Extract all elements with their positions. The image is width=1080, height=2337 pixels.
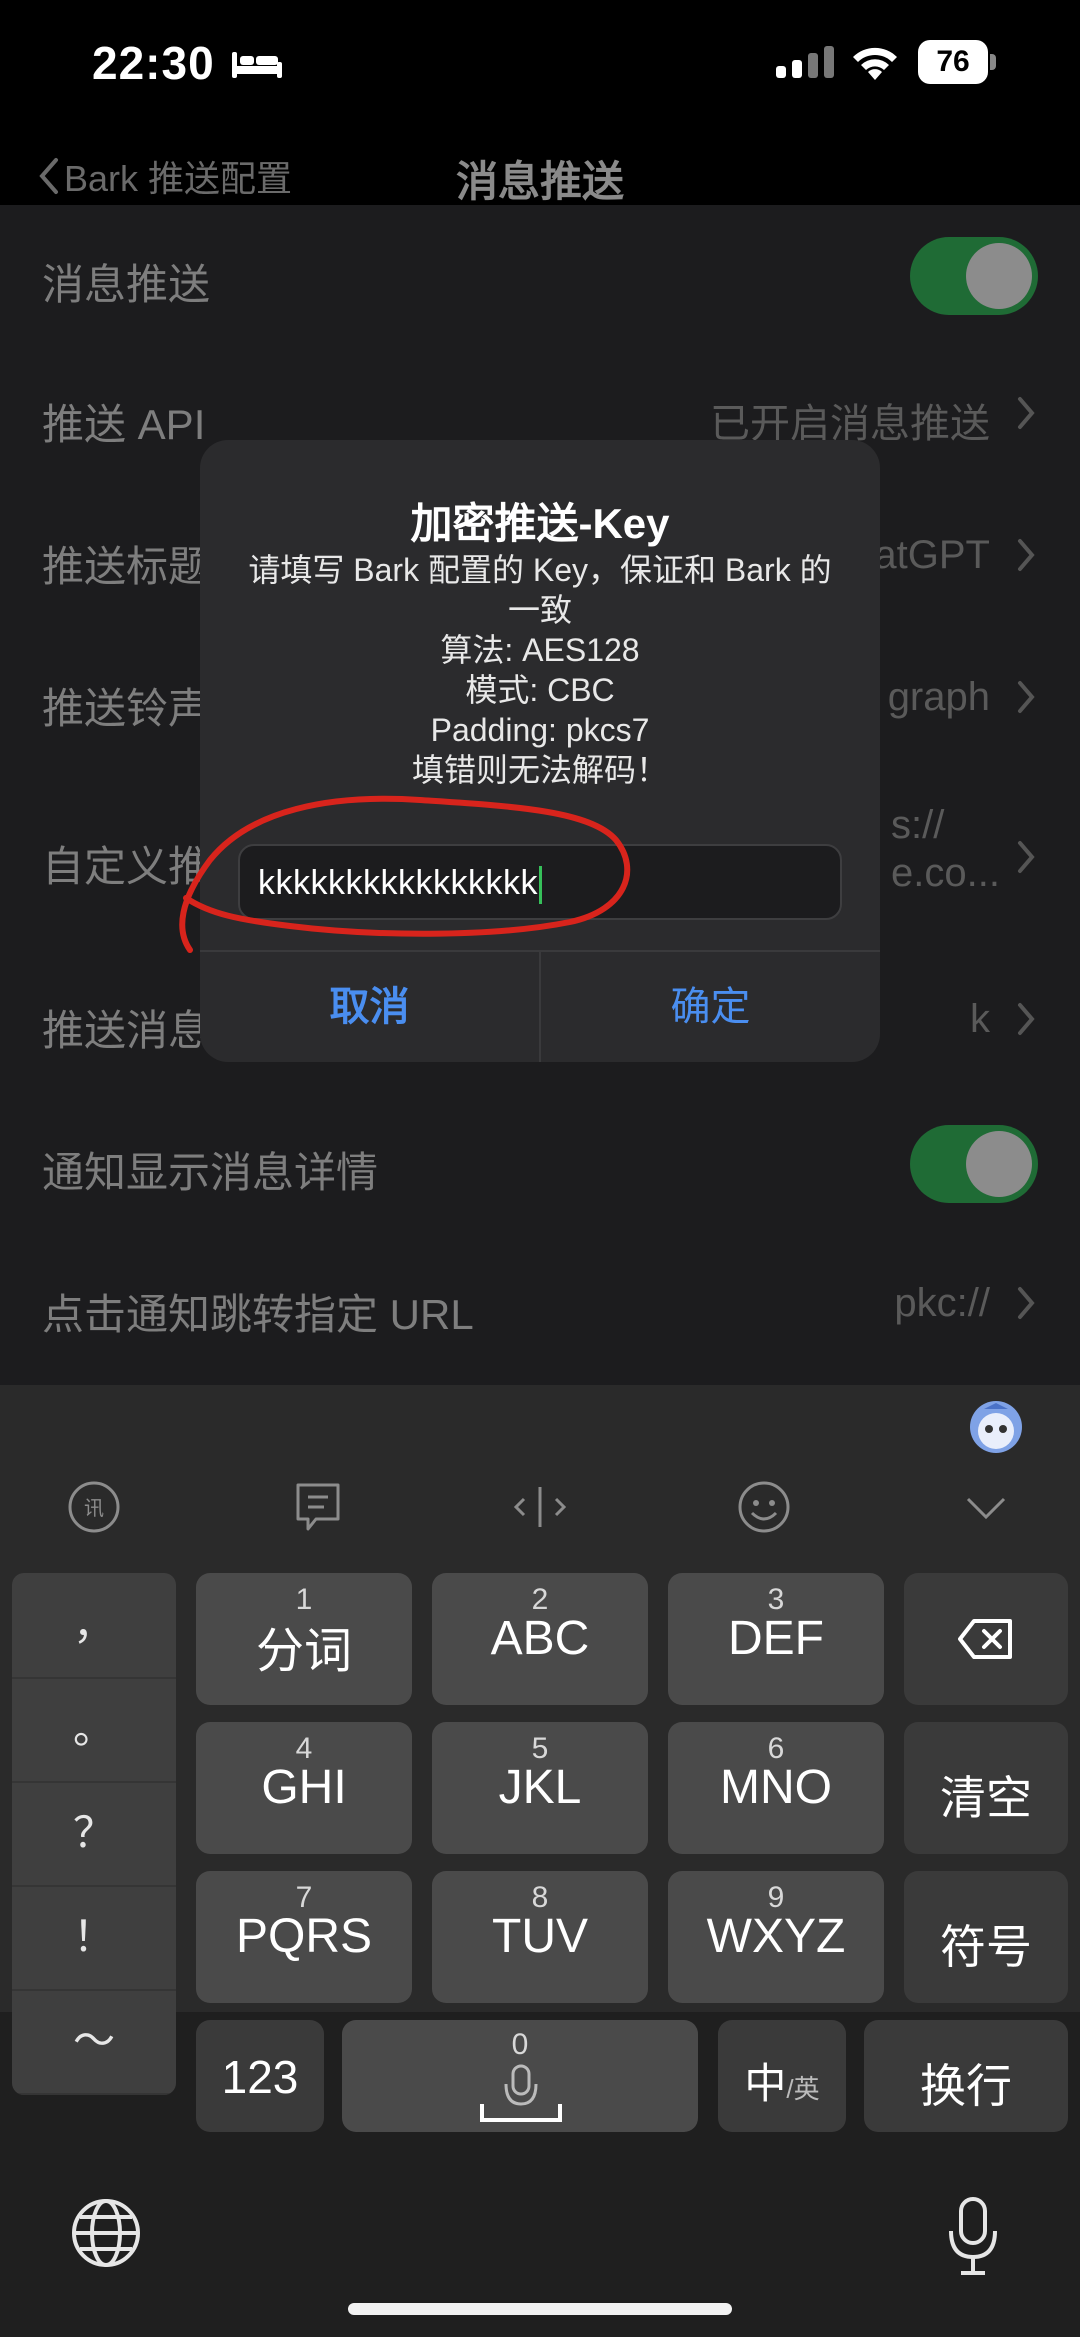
chevron-right-icon: [1018, 841, 1035, 873]
key-label: DEF: [728, 1612, 824, 1665]
punct-key[interactable]: ！: [12, 1885, 176, 1991]
dialog-message-line: Padding: pkcs7: [430, 712, 650, 748]
punct-key[interactable]: ～: [12, 1989, 176, 2095]
page-title: 消息推送: [455, 158, 624, 205]
status-time: 22:30: [92, 37, 215, 89]
row-label: 推送铃声: [42, 685, 211, 732]
push-toggle[interactable]: [910, 237, 1038, 315]
annotation-circle-icon: [179, 795, 631, 953]
chevron-right-icon: [1018, 1287, 1035, 1319]
row-label: 推送标题: [42, 543, 211, 590]
row-label: 通知显示消息详情: [42, 1149, 379, 1196]
backspace-icon: [958, 1619, 1012, 1659]
keyboard-logo-icon[interactable]: [968, 1399, 1024, 1455]
row-label: 推送消息: [42, 1007, 211, 1054]
key-label: 换行: [920, 2060, 1012, 2112]
language-switch-key[interactable]: 中/英: [718, 2020, 846, 2132]
chevron-right-icon: [1018, 681, 1035, 713]
key-6[interactable]: 6 MNO: [668, 1722, 884, 1854]
key-label: TUV: [492, 1910, 588, 1963]
detail-toggle[interactable]: [910, 1125, 1038, 1203]
settings-row-push[interactable]: 消息推送: [0, 205, 1080, 345]
space-key[interactable]: 0: [342, 2020, 698, 2132]
punct-key[interactable]: ，: [12, 1573, 176, 1679]
key-label: ABC: [490, 1612, 590, 1665]
chevron-right-icon: [1018, 397, 1035, 429]
row-label: 推送 API: [42, 401, 206, 448]
backspace-key[interactable]: [904, 1573, 1068, 1705]
battery-icon: 76: [918, 40, 998, 84]
globe-icon[interactable]: [70, 2197, 142, 2269]
svg-text:讯: 讯: [84, 1496, 104, 1520]
row-value: k: [970, 997, 990, 1041]
key-label: WXYZ: [706, 1910, 846, 1963]
key-2[interactable]: 2 ABC: [432, 1573, 648, 1705]
key-label: GHI: [261, 1761, 347, 1814]
settings-row-url[interactable]: 点击通知跳转指定 URL pkc://: [0, 1235, 1080, 1375]
battery-level: 76: [918, 40, 988, 84]
dialog-message-line: 算法: AES128: [440, 632, 640, 668]
mic-icon: [480, 2064, 562, 2122]
confirm-button[interactable]: 确定: [541, 952, 880, 1062]
bed-icon: [232, 52, 282, 78]
cancel-button[interactable]: 取消: [200, 952, 539, 1062]
clear-key[interactable]: 清空: [904, 1722, 1068, 1854]
home-indicator[interactable]: [348, 2303, 732, 2315]
dialog-title: 加密推送-Key: [410, 500, 670, 547]
dialog-message-line: 模式: CBC: [465, 672, 615, 708]
key-dialog: 加密推送-Key 请填写 Bark 配置的 Key，保证和 Bark 的 一致 …: [200, 440, 880, 1062]
row-value: graph: [887, 675, 990, 719]
wifi-icon: [853, 47, 897, 80]
key-label: MNO: [720, 1761, 832, 1814]
lang-sub: /英: [786, 2074, 820, 2104]
punctuation-column[interactable]: ， 。 ？ ！ ～: [12, 1573, 176, 2095]
voice-input-icon[interactable]: 讯: [64, 1477, 124, 1537]
key-label: 中/英: [718, 2050, 846, 2111]
numbers-key[interactable]: 123: [196, 2020, 324, 2132]
key-9[interactable]: 9 WXYZ: [668, 1871, 884, 2003]
key-label: 分词: [255, 1625, 352, 1678]
keyboard-toolbar: 讯: [0, 1385, 1080, 1557]
cursor-icon[interactable]: [510, 1477, 570, 1537]
dialog-message: 请填写 Bark 配置的 Key，保证和 Bark 的 一致 算法: AES12…: [240, 550, 840, 790]
row-value: atGPT: [874, 533, 990, 577]
row-value: pkc://: [894, 1281, 990, 1325]
collapse-keyboard-icon[interactable]: [956, 1477, 1016, 1537]
key-5[interactable]: 5 JKL: [432, 1722, 648, 1854]
key-label: 清空: [940, 1772, 1032, 1824]
lang-main: 中: [744, 2060, 787, 2107]
key-8[interactable]: 8 TUV: [432, 1871, 648, 2003]
punct-key[interactable]: ？: [12, 1781, 176, 1887]
row-label: 消息推送: [42, 261, 211, 308]
key-label: 符号: [940, 1921, 1032, 1973]
signal-icon: [776, 46, 834, 78]
key-label: PQRS: [235, 1910, 373, 1963]
key-7[interactable]: 7 PQRS: [196, 1871, 412, 2003]
punct-key[interactable]: 。: [12, 1677, 176, 1783]
dialog-message-line: 一致: [507, 592, 572, 628]
chevron-right-icon: [1018, 539, 1035, 571]
clipboard-icon[interactable]: [288, 1477, 348, 1537]
newline-key[interactable]: 换行: [864, 2020, 1068, 2132]
dictation-mic-icon[interactable]: [945, 2197, 1001, 2277]
row-value: s:// e.co...: [891, 803, 1000, 895]
key-label: JKL: [498, 1761, 582, 1814]
key-number: 0: [511, 2028, 529, 2061]
chevron-right-icon: [1018, 1003, 1035, 1035]
emoji-icon[interactable]: [734, 1477, 794, 1537]
row-label: 点击通知跳转指定 URL: [42, 1291, 474, 1338]
dialog-message-line: 请填写 Bark 配置的 Key，保证和 Bark 的: [248, 552, 832, 588]
key-label: 123: [221, 2051, 299, 2103]
key-4[interactable]: 4 GHI: [196, 1722, 412, 1854]
key-1[interactable]: 1 分词: [196, 1573, 412, 1705]
settings-row-detail[interactable]: 通知显示消息详情: [0, 1093, 1080, 1233]
symbols-key[interactable]: 符号: [904, 1871, 1068, 2003]
key-3[interactable]: 3 DEF: [668, 1573, 884, 1705]
